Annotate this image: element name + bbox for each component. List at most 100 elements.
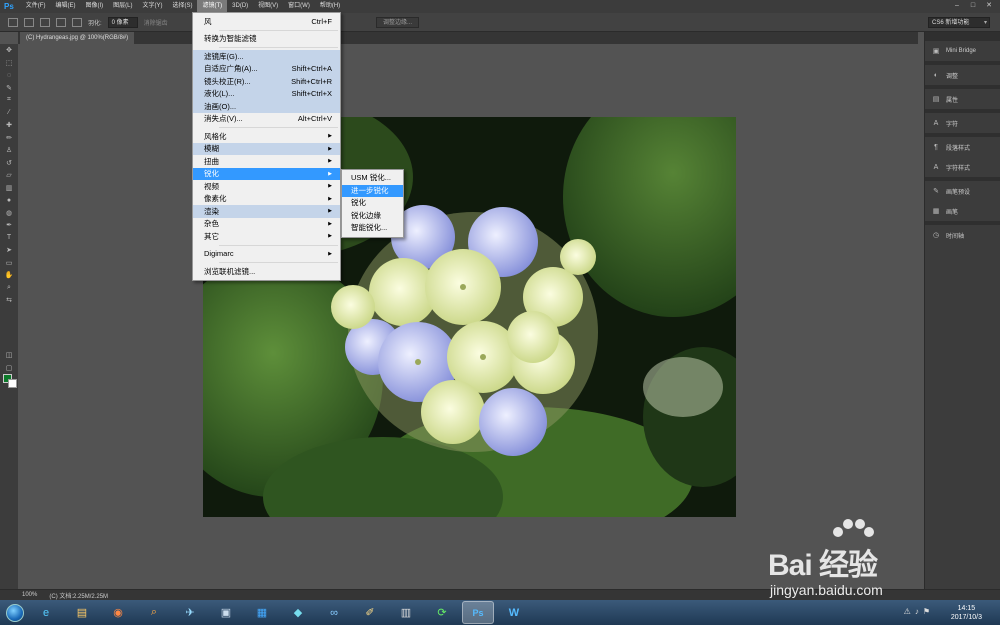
dodge-icon[interactable]: ◍ — [0, 207, 18, 220]
pen-icon[interactable]: ✒ — [0, 219, 18, 232]
panel-adjustments[interactable]: ◐ 调整 — [925, 65, 1000, 85]
swap-colors-icon[interactable]: ⇆ — [0, 294, 18, 307]
sharpen-submenu-item[interactable]: USM 锐化... — [342, 172, 403, 185]
filter-menu-item[interactable]: 滤镜库(G)... — [193, 50, 340, 63]
flag-icon[interactable]: ⚑ — [923, 607, 930, 616]
sharpen-submenu-item[interactable]: 智能锐化... — [342, 222, 403, 235]
taskbar-app-calc[interactable]: ▥ — [390, 601, 422, 624]
start-button[interactable] — [0, 600, 30, 625]
filter-menu-item[interactable]: 视频 ▶ — [193, 180, 340, 193]
zoom-icon[interactable]: ⌕ — [0, 282, 18, 295]
quick-select-icon[interactable]: ✎ — [0, 82, 18, 95]
eyedropper-icon[interactable]: ⁄ — [0, 107, 18, 120]
menu-type[interactable]: 文字(Y) — [137, 0, 167, 13]
filter-menu-item[interactable]: 杂色 ▶ — [193, 218, 340, 231]
hand-icon[interactable]: ✋ — [0, 269, 18, 282]
filter-menu-item[interactable]: 风 Ctrl+F — [193, 15, 340, 28]
antialias-checkbox[interactable]: 消除锯齿 — [144, 18, 168, 27]
crop-icon[interactable]: ⌗ — [0, 94, 18, 107]
taskbar-app-ie[interactable]: e — [30, 601, 62, 624]
minimize-icon[interactable]: – — [950, 1, 964, 11]
filter-menu-item[interactable]: 液化(L)... Shift+Ctrl+X — [193, 87, 340, 100]
move-tool-icon[interactable]: ✥ — [0, 44, 18, 57]
panel-mini-bridge[interactable]: ▣ Mini Bridge — [925, 41, 1000, 61]
history-brush-icon[interactable]: ↺ — [0, 157, 18, 170]
filter-menu-item[interactable]: 浏览联机滤镜... — [193, 265, 340, 278]
panel-character[interactable]: A 字符 — [925, 113, 1000, 133]
healing-icon[interactable]: ✚ — [0, 119, 18, 132]
background-color[interactable] — [8, 379, 17, 388]
filter-menu-item[interactable]: 模糊 ▶ — [193, 142, 340, 155]
path-select-icon[interactable]: ➤ — [0, 244, 18, 257]
filter-menu-item[interactable]: 自适应广角(A)... Shift+Ctrl+A — [193, 62, 340, 75]
filter-menu-item[interactable]: 消失点(V)... Alt+Ctrl+V — [193, 113, 340, 126]
add-selection-icon[interactable] — [40, 17, 50, 27]
panel-brush-presets[interactable]: ✎ 画笔预设 — [925, 181, 1000, 201]
taskbar-app-plane[interactable]: ✈ — [174, 601, 206, 624]
taskbar-app-firefox[interactable]: ◉ — [102, 601, 134, 624]
submenu-arrow-icon: ▶ — [328, 250, 332, 257]
menu-image[interactable]: 图像(I) — [80, 0, 108, 13]
brush-icon[interactable]: ✏ — [0, 132, 18, 145]
panel-brush[interactable]: ▦ 画笔 — [925, 201, 1000, 221]
menu-item-label: 模糊 — [204, 144, 219, 154]
sharpen-submenu-item[interactable]: 锐化 — [342, 197, 403, 210]
taskbar-app-monitor[interactable]: ▣ — [210, 601, 242, 624]
gradient-icon[interactable]: ▥ — [0, 182, 18, 195]
taskbar-app-word[interactable]: W — [498, 601, 530, 624]
speaker-icon[interactable]: ♪ — [915, 607, 919, 616]
watermark-brand: Bai 经验 — [768, 549, 878, 582]
doc-size[interactable]: (C) 文档:2.25M/2.25M — [49, 591, 108, 600]
menu-edit[interactable]: 编辑(E) — [50, 0, 80, 13]
workspace-select[interactable]: CS6 新增功能 — [928, 17, 990, 28]
sharpen-submenu-item[interactable]: 进一步锐化 — [342, 184, 403, 197]
taskbar-app-explorer[interactable]: ▤ — [66, 601, 98, 624]
taskbar-app-gem[interactable]: ◆ — [282, 601, 314, 624]
network-icon[interactable]: ⚠ — [904, 607, 911, 616]
blur-icon[interactable]: ● — [0, 194, 18, 207]
windows-taskbar: e ▤ ◉ ⌕ ✈ ▣ ▦ ◆ ∞ ✐ ▥ ⟳ Ps W ⚠ ♪ ⚑ 14:15… — [0, 600, 1000, 625]
taskbar-app-grid[interactable]: ▦ — [246, 601, 278, 624]
filter-menu-item[interactable]: 其它 ▶ — [193, 230, 340, 243]
maximize-icon[interactable]: □ — [966, 1, 980, 11]
taskbar-app-search[interactable]: ⌕ — [138, 601, 170, 624]
filter-menu-item[interactable]: 镜头校正(R)... Shift+Ctrl+R — [193, 75, 340, 88]
filter-menu-item[interactable]: 锐化 ▶ — [193, 167, 340, 180]
intersect-selection-icon[interactable] — [72, 17, 82, 27]
menu-layer[interactable]: 图层(L) — [108, 0, 137, 13]
panel-timeline[interactable]: ◷ 时间轴 — [925, 225, 1000, 245]
panel-paragraph-styles[interactable]: ¶ 段落样式 — [925, 137, 1000, 157]
screen-mode-icon[interactable]: ▢ — [0, 362, 18, 375]
filter-menu-item[interactable]: 转换为智能滤镜 — [193, 33, 340, 46]
new-selection-icon[interactable] — [24, 17, 34, 27]
clock[interactable]: 14:15 2017/10/3 — [951, 604, 982, 622]
filter-menu-item[interactable]: 渲染 ▶ — [193, 205, 340, 218]
type-icon[interactable]: T — [0, 232, 18, 245]
shape-icon[interactable]: ▭ — [0, 257, 18, 270]
taskbar-app-refresh[interactable]: ⟳ — [426, 601, 458, 624]
taskbar-app-paint[interactable]: ✐ — [354, 601, 386, 624]
eraser-icon[interactable]: ▱ — [0, 169, 18, 182]
menu-file[interactable]: 文件(F) — [21, 0, 51, 13]
stamp-icon[interactable]: ♙ — [0, 144, 18, 157]
sharpen-submenu-item[interactable]: 锐化边缘 — [342, 210, 403, 223]
marquee-icon[interactable]: ⬚ — [0, 57, 18, 70]
refine-edge-button[interactable]: 调整边缘... — [376, 17, 420, 28]
close-icon[interactable]: ✕ — [982, 1, 996, 11]
filter-menu-item[interactable]: 油画(O)... — [193, 100, 340, 113]
panel-character-styles[interactable]: A 字符样式 — [925, 157, 1000, 177]
filter-menu-item[interactable]: 风格化 ▶ — [193, 130, 340, 143]
zoom-level[interactable]: 100% — [22, 592, 37, 598]
document-tab[interactable]: (C) Hydrangeas.jpg @ 100%(RGB/8#) — [20, 32, 135, 44]
taskbar-app-photoshop[interactable]: Ps — [462, 601, 494, 624]
marquee-tool-icon[interactable] — [8, 17, 18, 27]
filter-menu-item[interactable]: 扭曲 ▶ — [193, 155, 340, 168]
filter-menu-item[interactable]: Digimarc ▶ — [193, 248, 340, 261]
subtract-selection-icon[interactable] — [56, 17, 66, 27]
feather-input[interactable]: 0 像素 — [107, 16, 138, 28]
panel-properties[interactable]: ▤ 属性 — [925, 89, 1000, 109]
lasso-icon[interactable]: ◌ — [0, 69, 18, 82]
taskbar-app-cloud[interactable]: ∞ — [318, 601, 350, 624]
filter-menu-item[interactable]: 像素化 ▶ — [193, 193, 340, 206]
quick-mask-icon[interactable]: ◫ — [0, 349, 18, 362]
